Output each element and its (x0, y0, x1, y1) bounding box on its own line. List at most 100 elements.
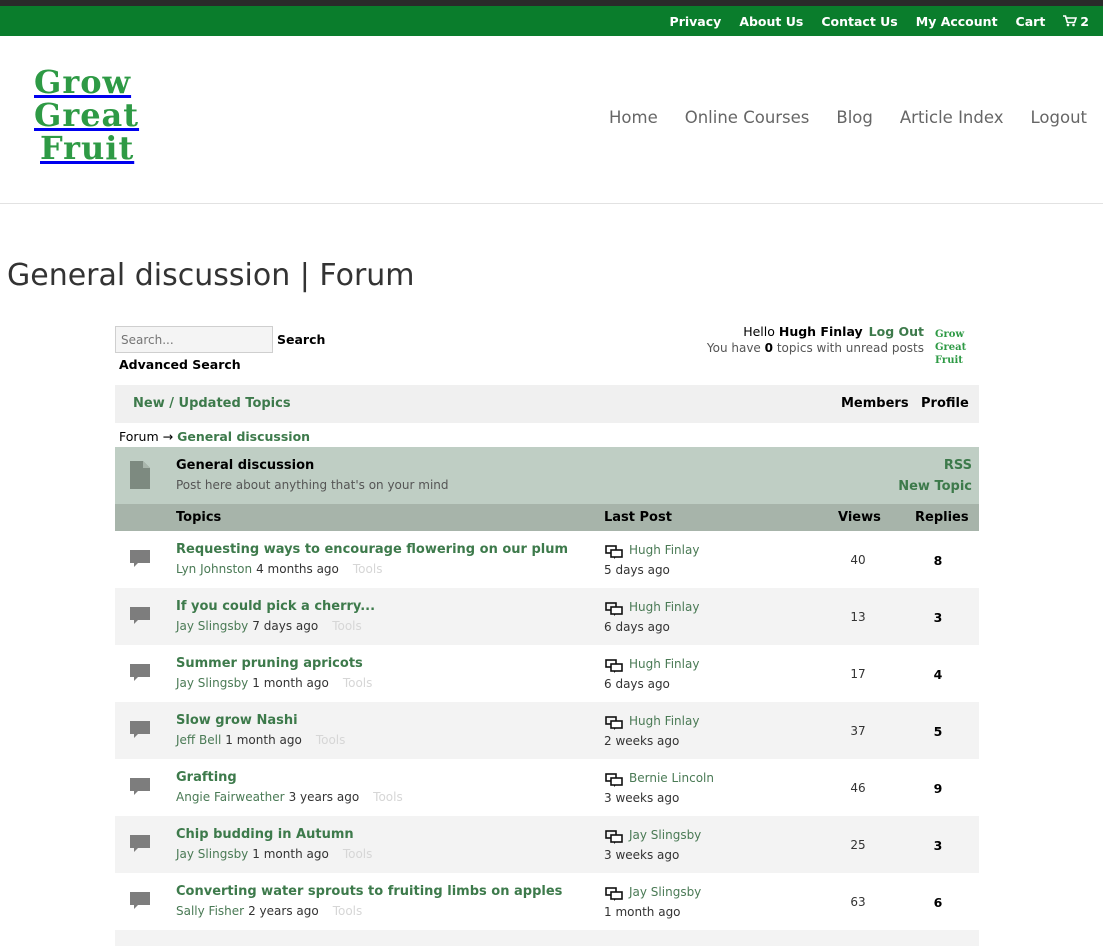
topic-tools-link[interactable]: Tools (343, 676, 373, 690)
forum-name: General discussion (176, 458, 315, 473)
unread-status: You have 0 topics with unread posts (707, 341, 924, 355)
topic-age: 4 months ago (256, 562, 339, 576)
last-post-icon[interactable] (605, 544, 623, 563)
topic-replies: 4 (933, 667, 943, 682)
site-logo[interactable]: Grow Great Fruit (34, 66, 158, 165)
topic-title-link[interactable]: Grafting (176, 770, 237, 785)
profile-link[interactable]: Profile (921, 396, 969, 411)
advanced-search-link[interactable]: Advanced Search (119, 357, 241, 372)
topic-author-link[interactable]: Jay Slingsby (176, 676, 248, 690)
last-post-user-link[interactable]: Jay Slingsby (629, 885, 701, 899)
col-last-post: Last Post (604, 510, 672, 525)
user-greeting: Hello Hugh Finlay Log Out (743, 324, 924, 339)
last-post-user-link[interactable]: Hugh Finlay (629, 714, 699, 728)
topic-title-link[interactable]: Converting water sprouts to fruiting lim… (176, 884, 562, 899)
search-input[interactable] (115, 326, 273, 353)
topic-tools-link[interactable]: Tools (353, 562, 383, 576)
topic-meta: Jay Slingsby 7 days ago Tools (176, 619, 362, 633)
members-link[interactable]: Members (841, 396, 909, 411)
topic-replies: 9 (933, 781, 943, 796)
topic-author-link[interactable]: Lyn Johnston (176, 562, 252, 576)
topic-author-link[interactable]: Jay Slingsby (176, 847, 248, 861)
topic-author-link[interactable]: Jay Slingsby (176, 619, 248, 633)
topic-age: 1 month ago (225, 733, 302, 747)
topic-age: 1 month ago (252, 676, 329, 690)
topic-tools-link[interactable]: Tools (316, 733, 346, 747)
topic-meta: Jay Slingsby 1 month ago Tools (176, 847, 372, 861)
nav-blog[interactable]: Blog (836, 108, 872, 127)
privacy-link[interactable]: Privacy (670, 14, 722, 29)
nav-online-courses[interactable]: Online Courses (685, 108, 810, 127)
topic-title-link[interactable]: Summer pruning apricots (176, 656, 363, 671)
topic-author-link[interactable]: Angie Fairweather (176, 790, 285, 804)
topic-tools-link[interactable]: Tools (343, 847, 373, 861)
unread-suffix: topics with unread posts (776, 341, 924, 355)
topic-author-link[interactable]: Sally Fisher (176, 904, 244, 918)
cart-count-link[interactable]: 2 (1063, 14, 1089, 29)
last-post-user-link[interactable]: Hugh Finlay (629, 600, 699, 614)
topic-replies: 8 (933, 553, 943, 568)
breadcrumb-arrow: → (162, 429, 174, 444)
topic-title-link[interactable]: If you could pick a cherry... (176, 599, 375, 614)
topic-title-link[interactable]: Requesting ways to encourage flowering o… (176, 542, 568, 557)
speech-bubble-icon (130, 550, 150, 574)
topic-tools-link[interactable]: Tools (333, 904, 363, 918)
mini-logo-line-3: Fruit (935, 355, 963, 366)
forum-header: General discussion Post here about anyth… (115, 447, 979, 504)
nav-home[interactable]: Home (609, 108, 658, 127)
breadcrumb-current[interactable]: General discussion (177, 429, 310, 444)
last-post-icon[interactable] (605, 772, 623, 791)
topic-tools-link[interactable]: Tools (332, 619, 362, 633)
cart-icon (1063, 14, 1078, 26)
last-post-user-link[interactable]: Bernie Lincoln (629, 771, 714, 785)
document-icon (130, 461, 150, 489)
rss-link[interactable]: RSS (944, 458, 972, 473)
last-post-icon[interactable] (605, 601, 623, 620)
new-topic-button[interactable]: New Topic (898, 479, 972, 494)
topic-replies: 3 (933, 610, 943, 625)
topic-tools-link[interactable]: Tools (373, 790, 403, 804)
topic-replies: 5 (933, 724, 943, 739)
logout-link[interactable]: Log Out (869, 324, 924, 339)
topic-author-link[interactable]: Jeff Bell (176, 733, 221, 747)
cart-link[interactable]: Cart (1016, 14, 1046, 29)
last-post-icon[interactable] (605, 658, 623, 677)
forum-mini-logo: Grow Great Fruit (935, 328, 971, 367)
nav-logout[interactable]: Logout (1031, 108, 1088, 127)
last-post-user-link[interactable]: Hugh Finlay (629, 543, 699, 557)
top-bar: Privacy About Us Contact Us My Account C… (0, 6, 1103, 36)
my-account-link[interactable]: My Account (916, 14, 998, 29)
about-us-link[interactable]: About Us (739, 14, 803, 29)
forum-navbar: New / Updated Topics Members Profile (115, 385, 979, 423)
speech-bubble-icon (130, 664, 150, 688)
topic-title-link[interactable]: Chip budding in Autumn (176, 827, 354, 842)
topic-views: 37 (850, 724, 866, 738)
top-links: Privacy About Us Contact Us My Account C… (670, 6, 1089, 36)
logo-line-2: Great (34, 96, 140, 134)
last-post-icon[interactable] (605, 715, 623, 734)
topic-title-link[interactable]: Slow grow Nashi (176, 713, 298, 728)
speech-bubble-icon (130, 721, 150, 745)
hello-label: Hello (743, 324, 775, 339)
last-post-user-link[interactable]: Jay Slingsby (629, 828, 701, 842)
topic-views: 40 (850, 553, 866, 567)
topic-row: Slow grow Nashi Jeff Bell 1 month ago Tools… (115, 702, 979, 759)
user-name: Hugh Finlay (778, 324, 863, 339)
topic-age: 3 years ago (288, 790, 360, 804)
last-post-user-link[interactable]: Hugh Finlay (629, 657, 699, 671)
topic-row: Converting water sprouts to fruiting lim… (115, 873, 979, 930)
new-updated-topics-link[interactable]: New / Updated Topics (133, 396, 291, 411)
forum-description: Post here about anything that's on your … (176, 478, 449, 492)
topic-row: Requesting ways to encourage flowering o… (115, 531, 979, 588)
search-button[interactable]: Search (277, 332, 325, 347)
last-post-time: 6 days ago (604, 677, 670, 691)
main-nav: Home Online Courses Blog Article Index L… (609, 108, 1087, 127)
col-replies: Replies (915, 510, 969, 525)
nav-article-index[interactable]: Article Index (900, 108, 1004, 127)
topic-list: Requesting ways to encourage flowering o… (115, 531, 979, 946)
last-post-icon[interactable] (605, 886, 623, 905)
topic-age: 7 days ago (252, 619, 319, 633)
last-post-icon[interactable] (605, 829, 623, 848)
contact-us-link[interactable]: Contact Us (821, 14, 897, 29)
breadcrumb-forum[interactable]: Forum (119, 429, 159, 444)
